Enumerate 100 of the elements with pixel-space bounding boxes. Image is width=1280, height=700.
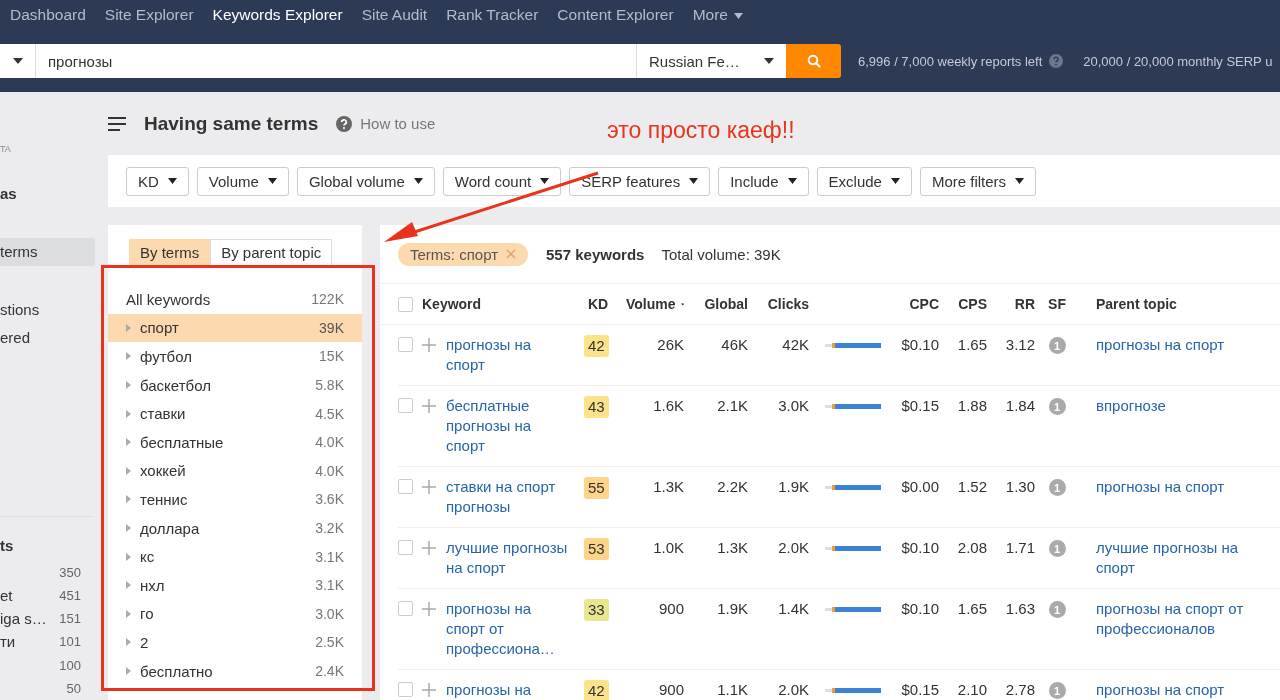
nav-link[interactable]: Keywords Explorer (212, 6, 343, 24)
term-row[interactable]: хоккей 4.0K (108, 456, 362, 486)
checkbox[interactable] (398, 398, 413, 413)
plus-icon[interactable] (422, 338, 436, 352)
term-label[interactable]: All keywords (126, 290, 211, 308)
expand-icon[interactable] (126, 495, 131, 504)
column-header[interactable]: Keyword (422, 296, 584, 312)
term-row[interactable]: 2 2.5K (108, 628, 362, 657)
filter-dropdown[interactable]: Volume (196, 166, 289, 196)
keyword-link[interactable]: лучшие прогнозы на спорт (446, 538, 574, 578)
plus-icon[interactable] (422, 683, 436, 697)
term-row[interactable]: баскетбол 5.8K (108, 370, 362, 400)
parent-topic-link[interactable]: впрогнозе (1079, 396, 1280, 416)
filter-chip[interactable]: Terms: спорт (398, 242, 528, 266)
checkbox[interactable] (398, 479, 413, 494)
column-header[interactable]: Global (684, 296, 748, 312)
parent-topic-link[interactable]: прогнозы на спорт (1079, 477, 1280, 497)
term-row[interactable]: футбол 15K (108, 342, 362, 371)
keyword-link[interactable]: ставки на спорт прогнозы (446, 477, 574, 517)
help-icon[interactable] (1049, 54, 1064, 68)
plus-icon[interactable] (422, 480, 436, 494)
filter-dropdown[interactable]: KD (126, 166, 189, 196)
keyword-link[interactable]: прогнозы на спорт (446, 335, 574, 375)
close-icon[interactable] (506, 249, 516, 259)
filter-dropdown[interactable]: Include (718, 166, 809, 196)
nav-link[interactable]: Site Explorer (104, 6, 194, 24)
checkbox[interactable] (398, 296, 413, 312)
sidebar-item[interactable]: ered (0, 324, 95, 353)
nav-link[interactable]: Content Explorer (557, 6, 674, 24)
expand-icon[interactable] (126, 524, 131, 533)
column-header[interactable]: CPS (939, 296, 987, 312)
filter-dropdown[interactable]: SERP features (569, 166, 711, 196)
parent-topic-link[interactable]: лучшие прогнозы на спорт (1079, 538, 1280, 578)
expand-icon[interactable] (126, 466, 131, 475)
plus-icon[interactable] (422, 602, 436, 616)
keyword-link[interactable]: прогнозы на спорт от профессиона… (446, 599, 574, 659)
plus-icon[interactable] (422, 541, 436, 555)
how-to-use-link[interactable]: How to use (360, 115, 436, 132)
search-button[interactable] (786, 44, 841, 78)
more-menu[interactable]: More (692, 6, 743, 24)
column-header[interactable]: KD (584, 296, 626, 312)
filter-dropdown[interactable]: Exclude (816, 166, 912, 196)
filter-dropdown[interactable]: More filters (919, 166, 1037, 196)
expand-icon[interactable] (126, 409, 131, 418)
help-icon[interactable] (336, 115, 353, 132)
term-row[interactable]: бесплатно 2.4K (108, 656, 362, 686)
term-row[interactable]: го 3.0K (108, 599, 362, 629)
keyword-link[interactable]: прогнозы на (446, 680, 574, 700)
parent-topic-link[interactable]: прогнозы на спорт (1079, 680, 1280, 700)
column-header[interactable]: Parent topic (1079, 296, 1280, 312)
parent-topic-link[interactable]: прогнозы на спорт (1079, 335, 1280, 355)
sort-icon[interactable] (680, 301, 684, 307)
term-row[interactable]: ставки 4.5K (108, 399, 362, 428)
tab[interactable]: By terms (129, 239, 211, 266)
keyword-link[interactable]: бесплатные прогнозы на спорт (446, 396, 574, 456)
sidebar-item[interactable]: stions (0, 296, 95, 325)
mode-dropdown[interactable] (0, 44, 36, 78)
checkbox[interactable] (398, 337, 413, 352)
plus-icon[interactable] (422, 399, 436, 413)
column-header[interactable]: SF (1035, 296, 1079, 312)
column-header[interactable]: Volume (626, 296, 684, 312)
term-row[interactable]: теннис 3.6K (108, 485, 362, 514)
sidebar-item[interactable]: ти (0, 633, 16, 651)
checkbox[interactable] (398, 540, 413, 555)
nav-link[interactable]: Dashboard (10, 6, 86, 24)
checkbox[interactable] (398, 601, 413, 616)
sidebar-item[interactable]: iga s… (0, 610, 47, 628)
column-header[interactable]: RR (987, 296, 1035, 312)
clicks-bar (825, 485, 881, 490)
expand-icon[interactable] (126, 381, 131, 390)
expand-icon[interactable] (126, 638, 131, 647)
term-count: 4.5K (315, 405, 344, 422)
country-dropdown[interactable]: Russian Fe… (636, 44, 786, 78)
expand-icon[interactable] (126, 552, 131, 561)
caret-icon (12, 58, 23, 64)
term-row[interactable]: нхл 3.1K (108, 570, 362, 600)
expand-icon[interactable] (126, 581, 131, 590)
menu-icon[interactable] (108, 116, 126, 131)
term-row[interactable]: доллара 3.2K (108, 513, 362, 543)
tab[interactable]: By parent topic (210, 239, 333, 266)
parent-topic-link[interactable]: прогнозы на спорт от профессионалов (1079, 599, 1280, 639)
sidebar-item[interactable]: terms (0, 238, 95, 267)
term-row[interactable]: кс 3.1K (108, 542, 362, 571)
filter-dropdown[interactable]: Word count (442, 166, 562, 196)
term-row[interactable]: спорт 39K (108, 313, 362, 343)
term-row[interactable]: бесплатные 4.0K (108, 427, 362, 457)
expand-icon[interactable] (126, 438, 131, 447)
expand-icon[interactable] (126, 667, 131, 675)
expand-icon[interactable] (126, 352, 131, 361)
search-field[interactable]: прогнозы (36, 44, 636, 78)
column-header[interactable]: Clicks (748, 296, 809, 312)
filter-dropdown[interactable]: Global volume (296, 166, 435, 196)
sidebar-item[interactable]: et (0, 586, 13, 604)
nav-link[interactable]: Rank Tracker (446, 6, 539, 24)
checkbox[interactable] (398, 682, 413, 697)
nav-link[interactable]: Site Audit (361, 6, 428, 24)
column-header[interactable]: CPC (889, 296, 939, 312)
term-label: кс (140, 548, 155, 566)
expand-icon[interactable] (126, 609, 131, 618)
expand-icon[interactable] (126, 323, 131, 332)
